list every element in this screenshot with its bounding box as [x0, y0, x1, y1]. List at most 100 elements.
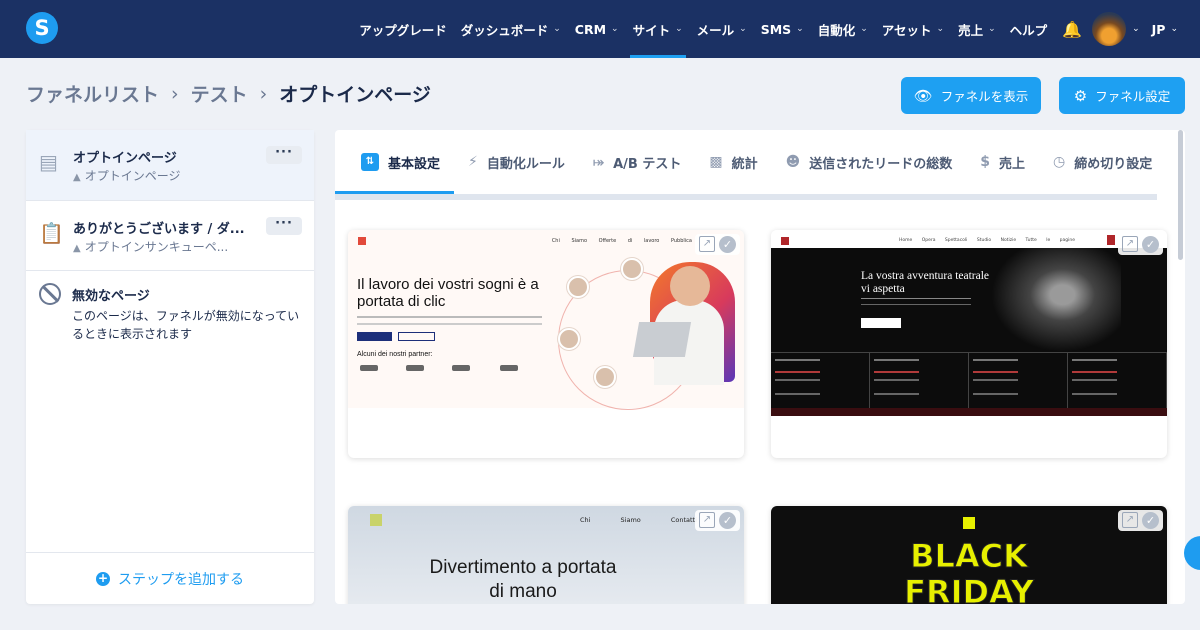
- chevron-down-icon[interactable]: ⌄: [1132, 24, 1140, 34]
- add-step-button[interactable]: + ステップを追加する: [26, 552, 314, 604]
- template-avatar-image: [594, 366, 616, 388]
- more-options-button[interactable]: ···: [266, 146, 302, 164]
- template-primary-button: [357, 332, 392, 341]
- step-title: ありがとうございます / ダ...: [73, 222, 245, 237]
- template-secondary-button: [398, 332, 435, 341]
- tab-basic-settings[interactable]: ⇅ 基本設定: [335, 130, 455, 194]
- nav-email[interactable]: メール ⌄: [690, 0, 754, 58]
- template-nav: Home Opera Spettacoli Studio Notizie Tut…: [899, 238, 1075, 243]
- template-preview: Chi Siamo Offerte di lavoro Pubblica Il …: [348, 230, 744, 410]
- page-icon: ▤: [39, 150, 58, 174]
- template-logo: [963, 517, 975, 529]
- funnel-steps-panel: ▤ オプトインページ ▲ オプトインページ ··· 📋 ありがとうございます / …: [26, 130, 314, 604]
- external-link-icon[interactable]: ↗: [699, 512, 715, 528]
- partner-logo: [452, 365, 470, 371]
- tab-sales[interactable]: $ 売上: [966, 130, 1039, 194]
- partner-logo: [406, 365, 424, 371]
- external-link-icon[interactable]: ↗: [699, 236, 715, 252]
- template-events-grid: [771, 352, 1167, 408]
- dollar-icon: $: [980, 154, 990, 170]
- language-selector[interactable]: JP: [1152, 22, 1166, 37]
- bar-chart-icon: ▩: [709, 154, 723, 170]
- tab-stats[interactable]: ▩ 統計: [695, 130, 771, 194]
- step-item-inactive-page[interactable]: 無効なページ このページは、ファネルが無効になっているときに表示されます: [26, 271, 314, 361]
- vertical-scrollbar[interactable]: [1178, 130, 1183, 260]
- sliders-icon: ⇅: [361, 153, 379, 171]
- chevron-down-icon: ⌄: [611, 24, 619, 34]
- nav-sms[interactable]: SMS ⌄: [754, 0, 811, 58]
- funnel-settings-button[interactable]: ⚙ ファネル設定: [1059, 77, 1185, 114]
- tab-automation-rules[interactable]: ⚡ 自動化ルール: [454, 130, 579, 194]
- external-link-icon[interactable]: ↗: [1122, 236, 1138, 252]
- template-card[interactable]: Chi Siamo Offerte di lavoro Pubblica Il …: [348, 230, 744, 458]
- check-circle-icon[interactable]: ✓: [1142, 512, 1159, 529]
- breadcrumb-test[interactable]: テスト: [191, 80, 248, 107]
- check-circle-icon[interactable]: ✓: [1142, 236, 1159, 253]
- check-circle-icon[interactable]: ✓: [719, 236, 736, 253]
- check-circle-icon[interactable]: ✓: [719, 512, 736, 529]
- users-icon: ☻: [785, 154, 801, 170]
- step-title: オプトインページ: [73, 151, 177, 166]
- template-footer-strip: [771, 408, 1167, 416]
- template-logo: [370, 514, 382, 526]
- app-logo[interactable]: S: [26, 12, 58, 44]
- chevron-down-icon: ⌄: [739, 24, 747, 34]
- step-description: このページは、ファネルが無効になっているときに表示されます: [72, 309, 300, 341]
- gear-icon: ⚙: [1073, 86, 1088, 105]
- template-card[interactable]: Home Opera Spettacoli Studio Notizie Tut…: [771, 230, 1167, 458]
- tab-scrollbar[interactable]: [335, 194, 1157, 200]
- template-body-text: [861, 298, 971, 305]
- bolt-icon: ⚡: [468, 154, 478, 170]
- template-body-text: [357, 316, 542, 325]
- bell-icon[interactable]: 🔔: [1062, 20, 1082, 39]
- card-actions: ↗ ✓: [695, 234, 740, 255]
- nav-upgrade[interactable]: アップグレード: [352, 0, 454, 58]
- tab-ab-test[interactable]: ⤅ A/B テスト: [579, 130, 695, 194]
- template-avatar-image: [558, 328, 580, 350]
- view-funnel-label: ファネルを表示: [940, 89, 1029, 104]
- nav-assets[interactable]: アセット ⌄: [875, 0, 951, 58]
- step-subtitle: ▲ オプトインページ: [73, 169, 181, 183]
- tab-total-leads[interactable]: ☻ 送信されたリードの総数: [772, 130, 967, 194]
- nav-dashboard[interactable]: ダッシュボード ⌄: [454, 0, 568, 58]
- avatar[interactable]: [1092, 12, 1127, 46]
- template-event-cell: [870, 352, 969, 408]
- chat-help-button[interactable]: [1184, 536, 1200, 570]
- nav-automation[interactable]: 自動化 ⌄: [811, 0, 875, 58]
- step-item-thank-you[interactable]: 📋 ありがとうございます / ダ... ▲ オプトインサンキューペ... ···: [26, 201, 314, 271]
- chevron-down-icon: ⌄: [675, 24, 683, 34]
- eye-icon: 👁: [913, 86, 933, 105]
- template-headline: Divertimento a portata di mano: [429, 557, 617, 602]
- warning-icon: ▲: [73, 243, 81, 254]
- split-icon: ⤅: [592, 154, 605, 170]
- tab-bar: ⇅ 基本設定 ⚡ 自動化ルール ⤅ A/B テスト ▩ 統計 ☻ 送信されたリードの総数 …: [335, 130, 1185, 194]
- chevron-down-icon: ⌄: [796, 24, 804, 34]
- template-partners-label: Alcuni dei nostri partner:: [357, 351, 433, 358]
- chevron-down-icon: ⌄: [860, 24, 868, 34]
- template-hero-laptop: [632, 322, 692, 357]
- template-card[interactable]: BLACK FRIDAY ↗ ✓: [771, 506, 1167, 604]
- template-avatar-image: [567, 276, 589, 298]
- template-event-cell: [1068, 352, 1167, 408]
- template-event-cell: [771, 352, 870, 408]
- template-event-cell: [969, 352, 1068, 408]
- breadcrumb-funnel-list[interactable]: ファネルリスト: [26, 80, 159, 107]
- more-options-button[interactable]: ···: [266, 217, 302, 235]
- view-funnel-button[interactable]: 👁 ファネルを表示: [901, 77, 1041, 114]
- step-item-optin[interactable]: ▤ オプトインページ ▲ オプトインページ ···: [26, 130, 314, 201]
- nav-crm[interactable]: CRM ⌄: [568, 0, 626, 58]
- template-primary-button: [861, 318, 901, 328]
- chevron-down-icon[interactable]: ⌄: [1170, 24, 1178, 34]
- external-link-icon[interactable]: ↗: [1122, 512, 1138, 528]
- card-actions: ↗ ✓: [1118, 234, 1163, 255]
- template-preview: Home Opera Spettacoli Studio Notizie Tut…: [771, 230, 1167, 416]
- nav-help[interactable]: ヘルプ: [1003, 0, 1055, 58]
- funnel-settings-label: ファネル設定: [1095, 89, 1171, 104]
- chevron-down-icon: ⌄: [988, 24, 996, 34]
- clock-icon: ◷: [1052, 154, 1066, 170]
- nav-sales[interactable]: 売上 ⌄: [951, 0, 1003, 58]
- nav-sites[interactable]: サイト ⌄: [626, 0, 690, 58]
- template-card[interactable]: Chi Siamo Contatti A Divertimento a port…: [348, 506, 744, 604]
- step-title: 無効なページ: [72, 289, 150, 304]
- tab-deadline-settings[interactable]: ◷ 締め切り設定: [1039, 130, 1166, 194]
